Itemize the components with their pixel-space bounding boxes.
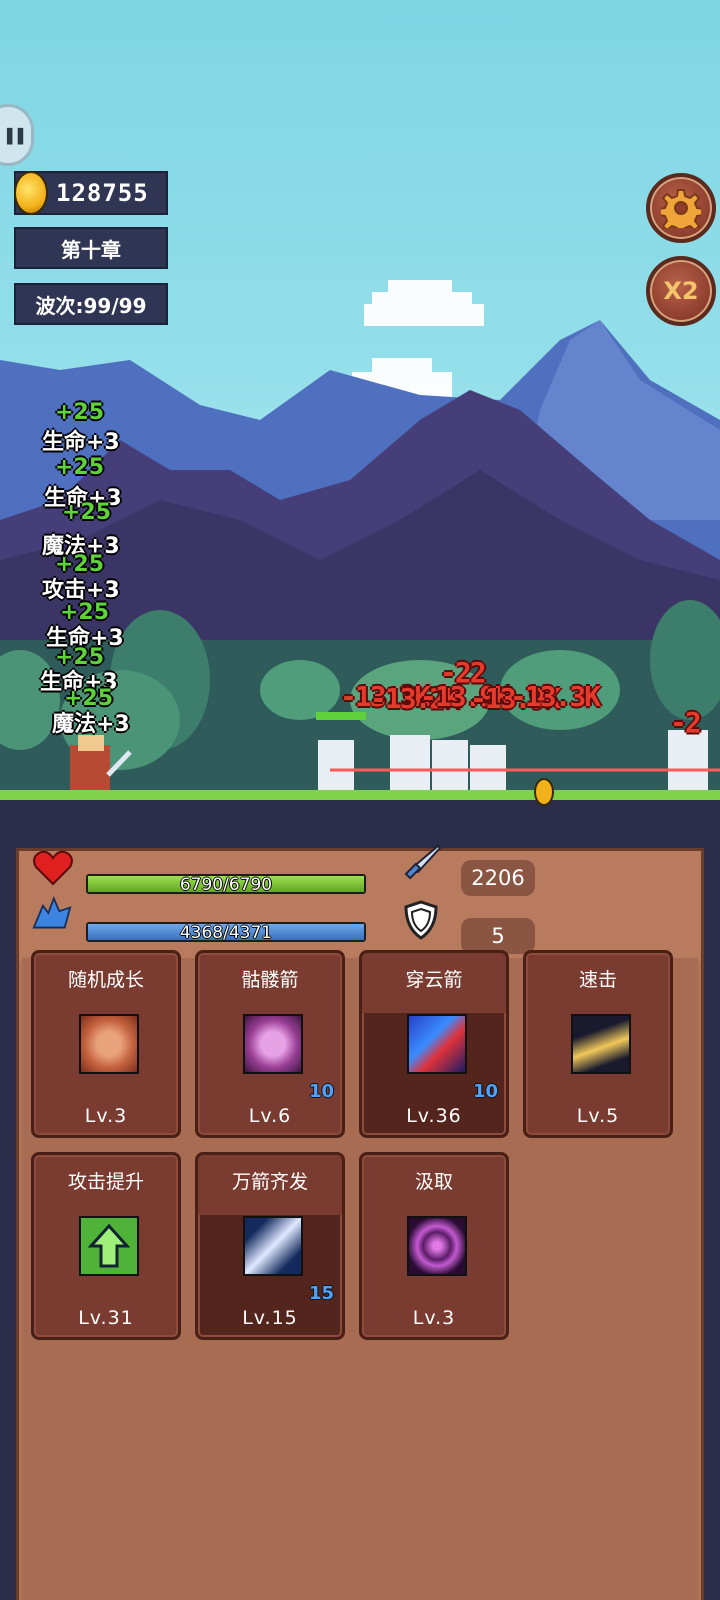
skill-level: Lv.6	[248, 1105, 292, 1127]
skill-name: 汲取	[414, 1171, 453, 1193]
heal-text: +25	[62, 500, 112, 525]
arrow-icon	[407, 1014, 467, 1074]
damage-number: -2	[670, 706, 702, 739]
speed-x2-button[interactable]: X2	[646, 256, 716, 326]
skill-name: 随机成长	[67, 969, 144, 991]
wave-counter: 波次:99/99	[14, 283, 168, 325]
gear-icon	[661, 189, 701, 228]
heal-text: +25	[55, 455, 105, 480]
buff-text: 生命+3	[42, 430, 120, 455]
skill-name: 骷髅箭	[241, 969, 299, 991]
feather-icon	[243, 1216, 303, 1276]
fist-icon	[79, 1014, 139, 1074]
skill-name: 速击	[578, 969, 617, 991]
skull-icon	[243, 1014, 303, 1074]
coin-counter: 128755	[14, 171, 168, 215]
coin-amount: 128755	[56, 179, 149, 207]
enemy-hp-bar	[316, 712, 366, 720]
swift-boot-icon	[571, 1014, 631, 1074]
gold-coin-icon	[14, 171, 48, 215]
buff-text: 魔法+3	[52, 712, 130, 737]
shield-icon	[401, 900, 441, 940]
up-arrow-icon	[79, 1216, 139, 1276]
skill-name: 万箭齐发	[231, 1171, 308, 1193]
battle-scene: ▌▌ 128755 第十章 波次:99/99 X2 +25 生命+3 +25 生…	[0, 0, 720, 830]
skill-card-arrow-volley[interactable]: 万箭齐发 15 Lv.15	[195, 1152, 345, 1340]
skill-level: Lv.31	[78, 1307, 134, 1329]
defense-value: 5	[461, 918, 535, 954]
settings-button[interactable]	[646, 173, 716, 243]
skill-card-random-growth[interactable]: 随机成长 Lv.3	[31, 950, 181, 1138]
damage-number: -13.3K	[510, 680, 601, 713]
mp-text: 4368/4371	[179, 923, 273, 943]
skill-name: 攻击提升	[67, 1171, 144, 1193]
skill-card-swift-strike[interactable]: 速击 Lv.5	[523, 950, 673, 1138]
sword-icon	[402, 844, 442, 884]
stats-area	[19, 851, 701, 961]
chapter-label: 第十章	[14, 227, 168, 269]
skill-card-cloud-piercing-arrow[interactable]: 穿云箭 10 Lv.36	[359, 950, 509, 1138]
skill-level: Lv.5	[576, 1105, 620, 1127]
gold-coin-drop	[534, 778, 554, 806]
skill-badge: 15	[308, 1283, 334, 1304]
heart-icon	[33, 848, 73, 888]
skill-card-attack-boost[interactable]: 攻击提升 Lv.31	[31, 1152, 181, 1340]
mp-bar: 4368/4371	[86, 922, 366, 943]
mana-crystal-icon	[32, 893, 72, 933]
heal-text: +25	[55, 400, 105, 425]
attack-value: 2206	[461, 860, 535, 896]
skill-badge: 10	[472, 1081, 498, 1102]
skill-badge: 10	[308, 1081, 334, 1102]
face-icon: ▌▌	[7, 129, 29, 145]
grass	[0, 790, 720, 800]
skill-level: Lv.36	[406, 1105, 462, 1127]
hp-bar: 6790/6790	[86, 874, 366, 895]
skill-level: Lv.3	[84, 1105, 128, 1127]
vortex-icon	[407, 1216, 467, 1276]
skill-card-drain[interactable]: 汲取 Lv.3	[359, 1152, 509, 1340]
hp-text: 6790/6790	[179, 875, 273, 895]
skill-level: Lv.15	[242, 1307, 298, 1329]
skill-card-skull-arrow[interactable]: 骷髅箭 10 Lv.6	[195, 950, 345, 1138]
skill-level: Lv.3	[412, 1307, 456, 1329]
skill-name: 穿云箭	[405, 969, 463, 991]
